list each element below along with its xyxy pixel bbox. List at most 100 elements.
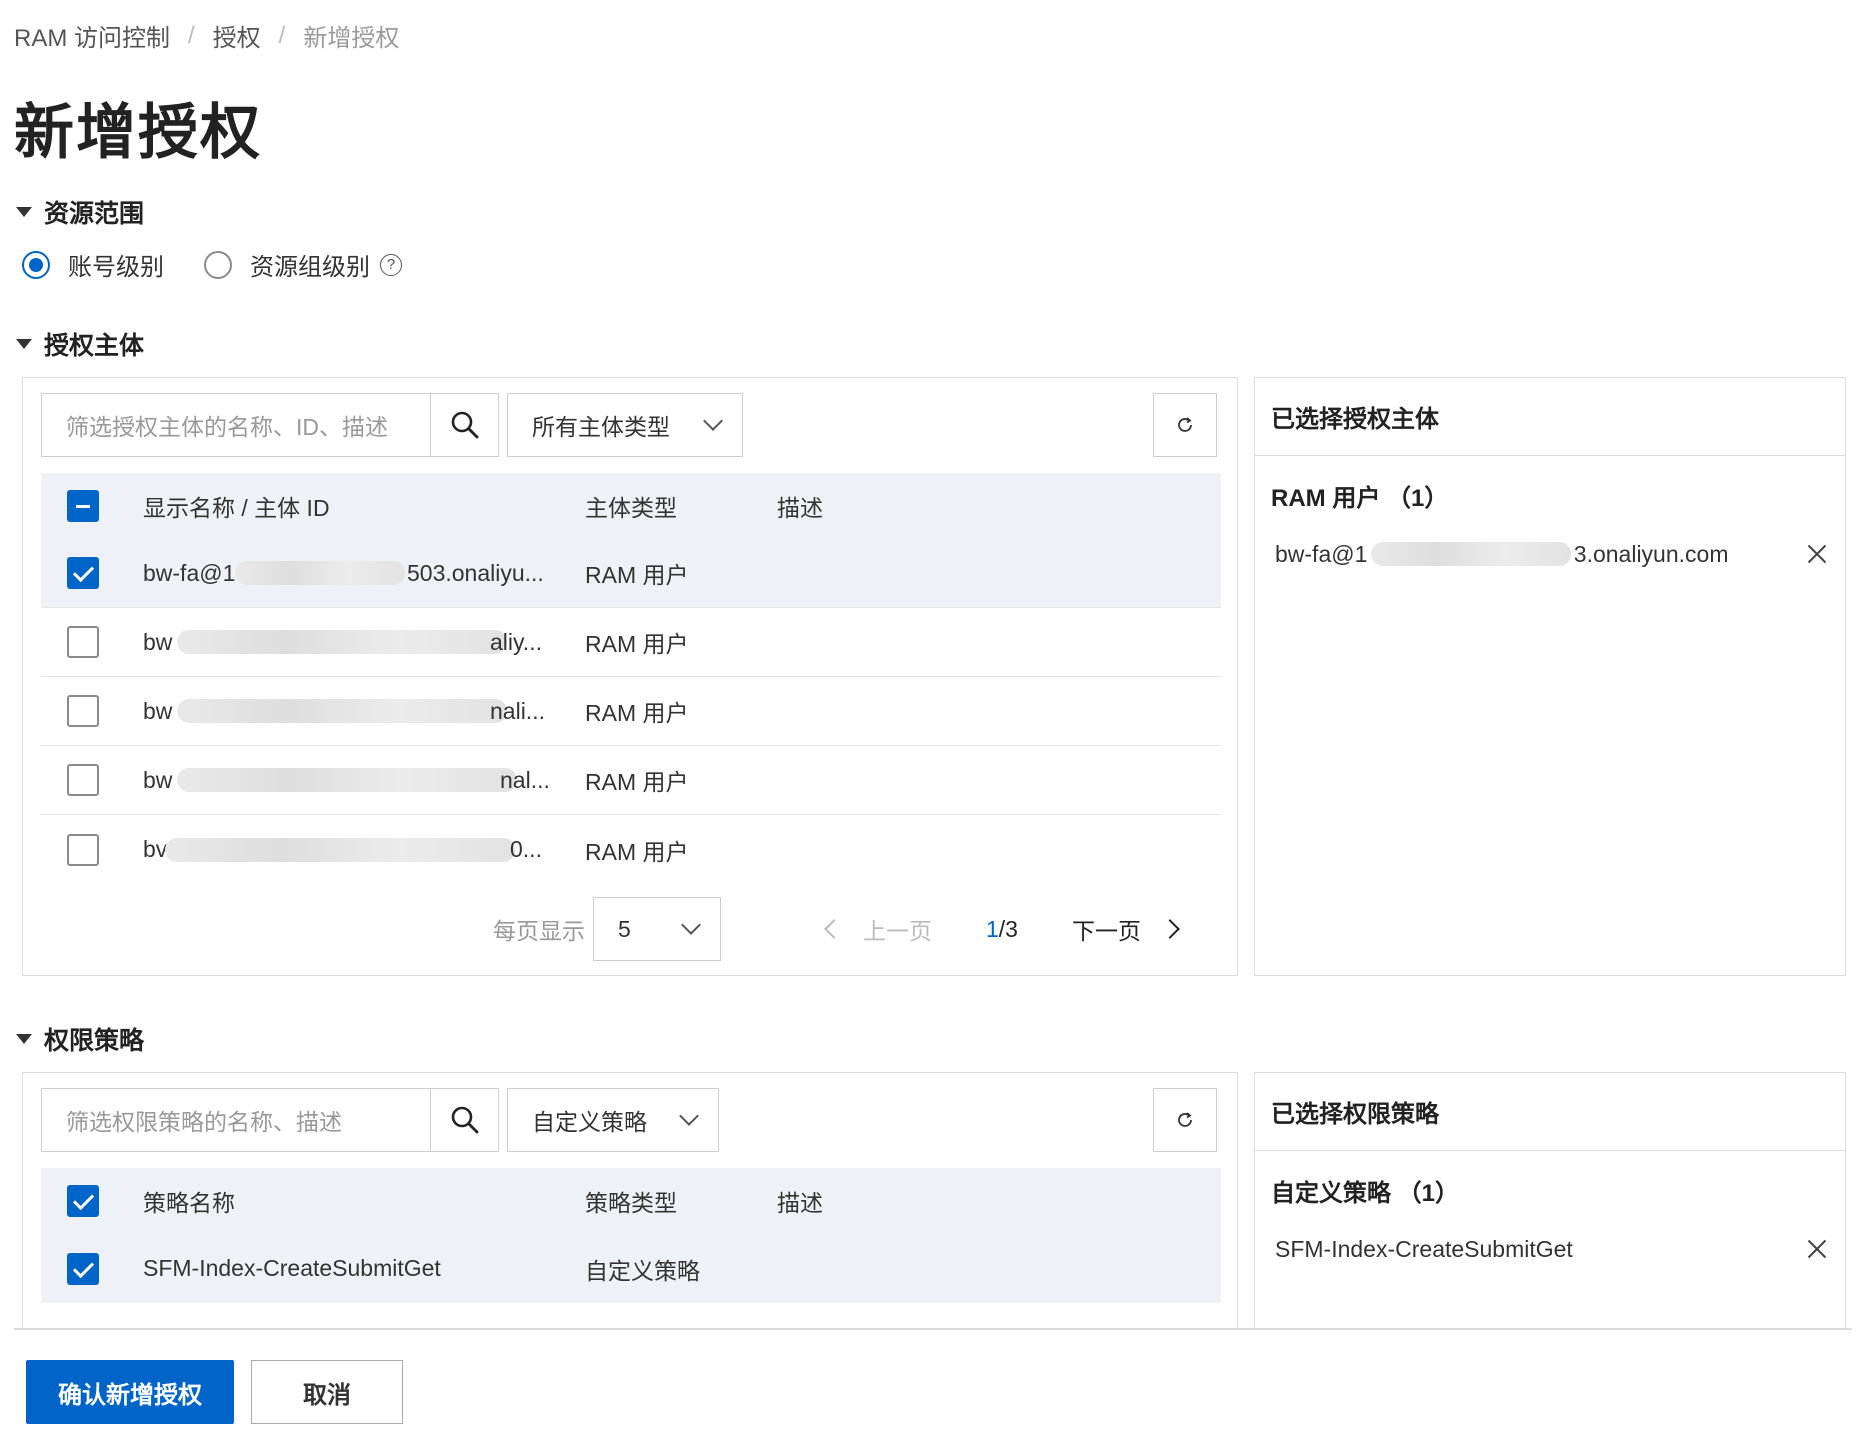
name-suffix: 0... bbox=[510, 836, 542, 862]
principal-type: RAM 用户 bbox=[585, 769, 689, 795]
radio-label: 账号级别 bbox=[68, 254, 164, 281]
caret-down-icon bbox=[16, 1034, 32, 1044]
section-policies[interactable]: 权限策略 bbox=[16, 1021, 144, 1057]
search-icon bbox=[451, 411, 478, 439]
name-suffix: 3.onaliyun.com bbox=[1573, 540, 1729, 567]
prev-label: 上一页 bbox=[863, 918, 932, 944]
name-prefix: bw bbox=[143, 697, 173, 724]
chevron-down-icon bbox=[703, 411, 723, 431]
caret-down-icon bbox=[16, 339, 32, 349]
table-row[interactable]: bv 0... RAM 用户 bbox=[41, 815, 1221, 884]
cancel-button[interactable]: 取消 bbox=[251, 1360, 403, 1424]
page-title: 新增授权 bbox=[14, 99, 262, 166]
principal-name: bw aliy... bbox=[125, 629, 585, 656]
pagination: 每页显示 5 上一页 1/3 下一页 bbox=[493, 897, 1180, 961]
policies-table: 策略名称 策略类型 描述 SFM-Index-CreateSubmitGet 自… bbox=[41, 1168, 1221, 1303]
redacted-blur bbox=[1371, 542, 1571, 566]
selected-principals-panel: 已选择授权主体 RAM 用户 （1） bw-fa@1 3.onaliyun.co… bbox=[1254, 377, 1846, 976]
principal-type: RAM 用户 bbox=[585, 700, 689, 726]
chevron-down-icon bbox=[679, 1106, 699, 1126]
column-header[interactable]: 主体类型 bbox=[585, 489, 777, 523]
select-value: 5 bbox=[618, 915, 631, 942]
table-header: 策略名称 策略类型 描述 bbox=[41, 1168, 1221, 1234]
radio-label: 资源组级别 bbox=[250, 254, 370, 281]
principal-search: 筛选授权主体的名称、ID、描述 bbox=[41, 393, 499, 457]
search-button[interactable] bbox=[430, 1089, 498, 1151]
table-row[interactable]: bw nal... RAM 用户 bbox=[41, 746, 1221, 815]
section-title: 权限策略 bbox=[44, 1027, 145, 1055]
policy-search-input[interactable]: 筛选权限策略的名称、描述 bbox=[42, 1103, 430, 1137]
breadcrumb-ram[interactable]: RAM 访问控制 bbox=[14, 18, 170, 53]
principals-table: 显示名称 / 主体 ID 主体类型 描述 bw-fa@14 503.onaliy… bbox=[41, 473, 1221, 884]
confirm-button[interactable]: 确认新增授权 bbox=[26, 1360, 234, 1424]
redacted-blur bbox=[235, 561, 405, 585]
next-page-button[interactable]: 下一页 bbox=[1071, 912, 1180, 946]
select-all-checkbox[interactable] bbox=[67, 490, 99, 522]
policy-search: 筛选权限策略的名称、描述 bbox=[41, 1088, 499, 1152]
search-button[interactable] bbox=[430, 394, 498, 456]
section-title: 资源范围 bbox=[44, 200, 145, 228]
policies-panel: 筛选权限策略的名称、描述 自定义策略 策略名称 策略类型 描述 SFM-Inde… bbox=[22, 1072, 1238, 1330]
radio-unselected-icon[interactable] bbox=[204, 250, 232, 279]
section-principals[interactable]: 授权主体 bbox=[16, 326, 144, 362]
column-header[interactable]: 策略类型 bbox=[585, 1184, 777, 1218]
help-icon[interactable]: ? bbox=[380, 253, 402, 276]
principal-type: RAM 用户 bbox=[585, 838, 689, 865]
breadcrumb: RAM 访问控制 / 授权 / 新增授权 bbox=[14, 18, 399, 53]
close-icon[interactable] bbox=[1807, 1239, 1827, 1259]
refresh-icon bbox=[1178, 1112, 1192, 1127]
page-size-select[interactable]: 5 bbox=[593, 897, 721, 961]
breadcrumb-authorization[interactable]: 授权 bbox=[213, 18, 261, 53]
close-icon[interactable] bbox=[1807, 544, 1827, 564]
principal-type: RAM 用户 bbox=[585, 562, 689, 588]
table-row[interactable]: bw-fa@14 503.onaliyu... RAM 用户 bbox=[41, 539, 1221, 608]
page-size-label: 每页显示 bbox=[493, 918, 585, 944]
column-header: 描述 bbox=[777, 1190, 823, 1216]
selected-principal-name: bw-fa@1 3.onaliyun.com bbox=[1275, 541, 1728, 568]
row-checkbox[interactable] bbox=[67, 695, 99, 727]
breadcrumb-separator: / bbox=[188, 21, 195, 49]
policy-type-select[interactable]: 自定义策略 bbox=[507, 1088, 719, 1152]
name-prefix: bw-fa@14 bbox=[143, 559, 249, 586]
principal-type-select[interactable]: 所有主体类型 bbox=[507, 393, 743, 457]
row-checkbox[interactable] bbox=[67, 557, 99, 589]
principal-name: bw-fa@14 503.onaliyu... bbox=[125, 560, 585, 587]
table-header: 显示名称 / 主体 ID 主体类型 描述 bbox=[41, 473, 1221, 539]
section-resource-scope[interactable]: 资源范围 bbox=[16, 194, 144, 230]
radio-resource-group-level[interactable]: 资源组级别 ? bbox=[204, 247, 402, 282]
principal-name: bw nali... bbox=[125, 698, 585, 725]
row-checkbox[interactable] bbox=[67, 1252, 99, 1285]
radio-selected-icon[interactable] bbox=[22, 250, 50, 279]
row-checkbox[interactable] bbox=[67, 626, 99, 658]
table-row[interactable]: SFM-Index-CreateSubmitGet 自定义策略 bbox=[41, 1234, 1221, 1303]
refresh-button[interactable] bbox=[1153, 1088, 1217, 1152]
row-checkbox[interactable] bbox=[67, 764, 99, 796]
select-value: 所有主体类型 bbox=[532, 414, 670, 440]
principal-name: bw nal... bbox=[125, 767, 585, 794]
column-header[interactable]: 策略名称 bbox=[125, 1184, 585, 1218]
page-indicator: 1/3 bbox=[986, 916, 1018, 943]
table-row[interactable]: bw nali... RAM 用户 bbox=[41, 677, 1221, 746]
scope-radio-group: 账号级别 资源组级别 ? bbox=[22, 247, 442, 282]
column-header[interactable]: 显示名称 / 主体 ID bbox=[125, 489, 585, 523]
selected-item: SFM-Index-CreateSubmitGet bbox=[1255, 1232, 1845, 1266]
prev-page-button[interactable]: 上一页 bbox=[824, 912, 932, 946]
principal-search-input[interactable]: 筛选授权主体的名称、ID、描述 bbox=[42, 408, 430, 442]
row-checkbox[interactable] bbox=[67, 833, 99, 866]
redacted-blur bbox=[177, 768, 517, 792]
redacted-blur bbox=[177, 699, 507, 723]
refresh-button[interactable] bbox=[1153, 393, 1217, 457]
panel-title: 已选择授权主体 bbox=[1255, 378, 1845, 456]
select-all-checkbox[interactable] bbox=[67, 1185, 99, 1217]
select-value: 自定义策略 bbox=[532, 1109, 647, 1135]
selected-policies-panel: 已选择权限策略 自定义策略 （1） SFM-Index-CreateSubmit… bbox=[1254, 1072, 1846, 1330]
table-row[interactable]: bw aliy... RAM 用户 bbox=[41, 608, 1221, 677]
next-label: 下一页 bbox=[1071, 918, 1141, 944]
chevron-right-icon bbox=[1160, 919, 1180, 939]
refresh-icon bbox=[1178, 417, 1192, 432]
section-title: 授权主体 bbox=[44, 332, 145, 360]
footer-divider bbox=[14, 1328, 1852, 1330]
principal-name: bv 0... bbox=[125, 836, 585, 863]
radio-account-level[interactable]: 账号级别 bbox=[22, 247, 164, 282]
redacted-blur bbox=[177, 630, 507, 654]
